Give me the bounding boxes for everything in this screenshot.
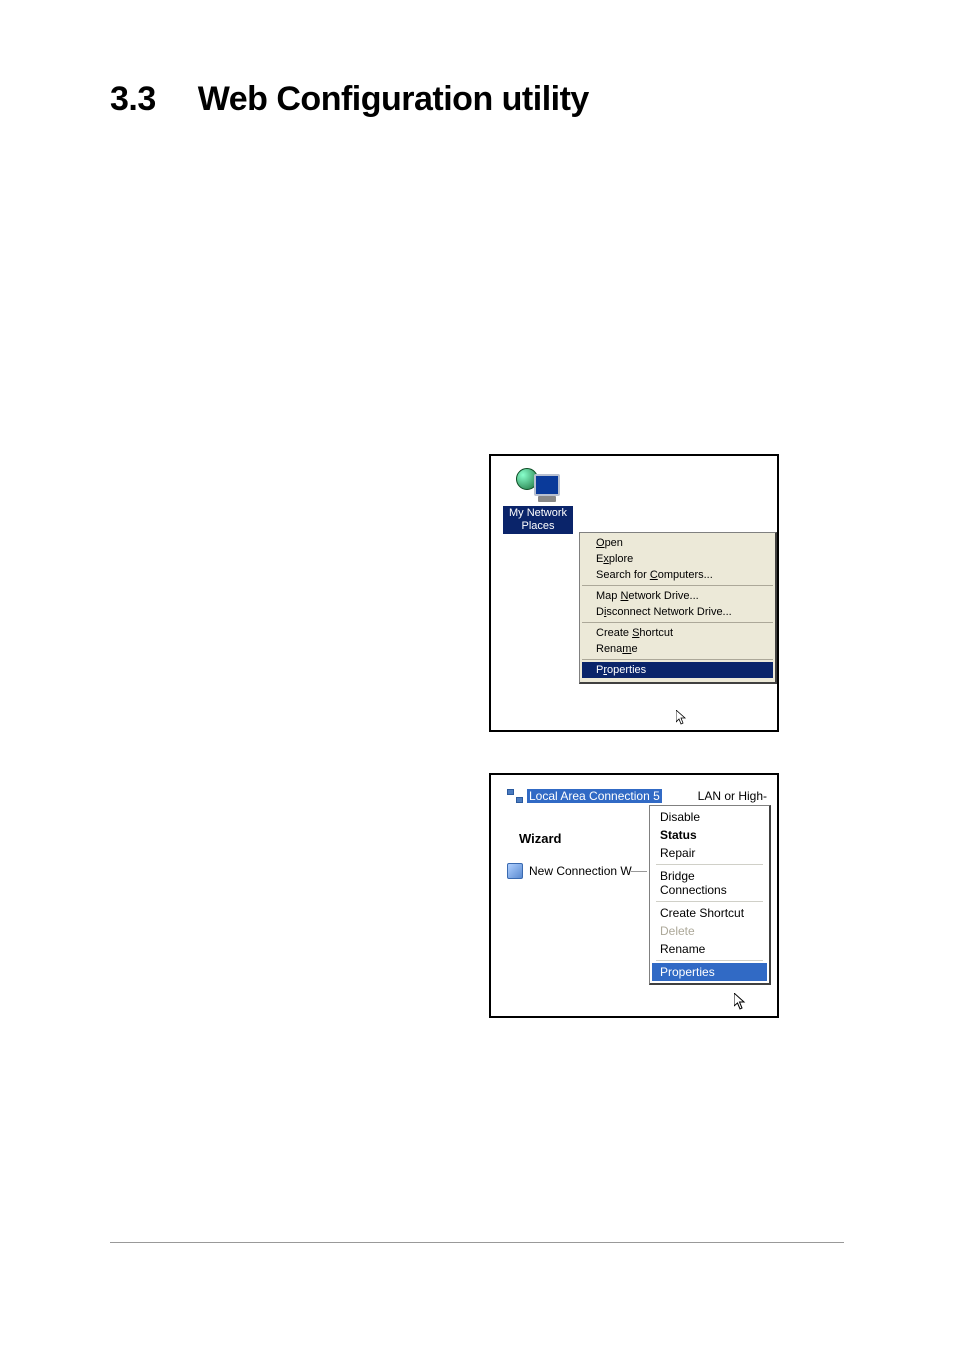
my-network-places-icon[interactable]: My Network Places bbox=[503, 468, 573, 534]
menu-item-create-shortcut-2[interactable]: Create Shortcut bbox=[652, 904, 767, 922]
wizard-icon bbox=[507, 863, 523, 879]
menu-separator bbox=[656, 901, 763, 902]
menu-item-rename-2[interactable]: Rename bbox=[652, 940, 767, 958]
cursor-icon bbox=[676, 710, 688, 726]
menu-item-delete: Delete bbox=[652, 922, 767, 940]
menu-item-properties[interactable]: Properties bbox=[582, 662, 773, 678]
menu-item-map-network-drive[interactable]: Map Network Drive... bbox=[582, 588, 773, 604]
menu-item-open[interactable]: Open bbox=[582, 535, 773, 551]
lac-label: Local Area Connection 5 bbox=[527, 789, 662, 803]
context-menu-1: Open Explore Search for Computers... Map… bbox=[579, 532, 777, 684]
divider bbox=[631, 871, 647, 872]
local-area-connection-item[interactable]: Local Area Connection 5 bbox=[507, 789, 662, 803]
section-number: 3.3 bbox=[110, 80, 156, 119]
icon-label: My Network Places bbox=[503, 506, 573, 534]
section-title: Web Configuration utility bbox=[198, 80, 589, 119]
screenshot-local-area-connection: Local Area Connection 5 LAN or High- Wiz… bbox=[489, 773, 779, 1018]
menu-item-rename[interactable]: Rename bbox=[582, 641, 773, 657]
lan-type-text: LAN or High- bbox=[698, 789, 767, 803]
cursor-icon bbox=[734, 993, 748, 1011]
network-connection-icon bbox=[507, 789, 523, 803]
section-heading: 3.3 Web Configuration utility bbox=[110, 80, 844, 119]
network-globe-monitor-icon bbox=[516, 468, 560, 504]
menu-item-disable[interactable]: Disable bbox=[652, 808, 767, 826]
menu-item-repair[interactable]: Repair bbox=[652, 844, 767, 862]
menu-item-search-computers[interactable]: Search for Computers... bbox=[582, 567, 773, 583]
footer-divider bbox=[110, 1242, 844, 1243]
menu-separator bbox=[656, 960, 763, 961]
menu-item-disconnect-network-drive[interactable]: Disconnect Network Drive... bbox=[582, 604, 773, 620]
context-menu-2: Disable Status Repair Bridge Connections… bbox=[649, 805, 771, 985]
wizard-heading: Wizard bbox=[519, 831, 562, 846]
menu-item-explore[interactable]: Explore bbox=[582, 551, 773, 567]
new-connection-label: New Connection W bbox=[529, 864, 632, 878]
menu-item-bridge-connections[interactable]: Bridge Connections bbox=[652, 867, 767, 899]
menu-item-properties-2[interactable]: Properties bbox=[652, 963, 767, 981]
menu-item-create-shortcut[interactable]: Create Shortcut bbox=[582, 625, 773, 641]
menu-item-status[interactable]: Status bbox=[652, 826, 767, 844]
screenshot-my-network-places: My Network Places Open Explore Search fo… bbox=[489, 454, 779, 732]
new-connection-wizard-item[interactable]: New Connection W bbox=[507, 863, 632, 879]
menu-separator bbox=[656, 864, 763, 865]
